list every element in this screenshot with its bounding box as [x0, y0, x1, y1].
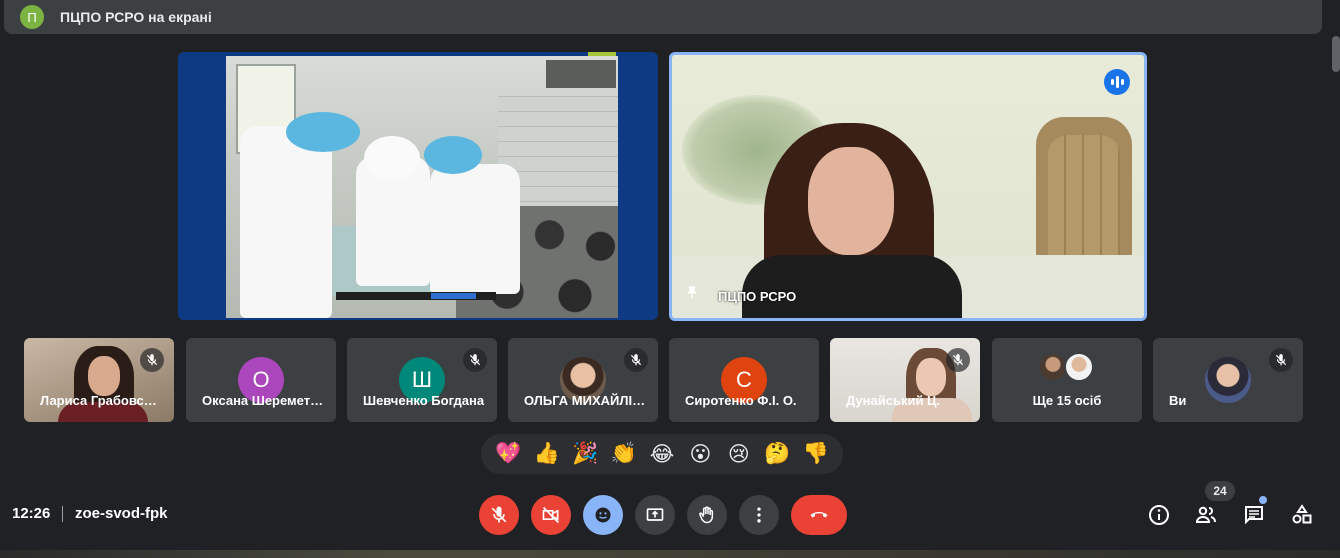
reaction-heart-button[interactable]: 💖 [491, 442, 525, 466]
mic-off-icon [1269, 348, 1293, 372]
meeting-code[interactable]: zoe-svod-fpk [75, 505, 168, 522]
participant-tile[interactable]: О Оксана Шереметьєва [186, 338, 336, 422]
slide-chef-1 [240, 126, 332, 318]
smiley-icon [595, 507, 611, 523]
more-vert-icon [757, 507, 761, 523]
mic-off-icon [624, 348, 648, 372]
reaction-thumbs-up-button[interactable]: 👍 [530, 442, 564, 466]
presenting-text: ПЦПО РСРО на екрані [60, 9, 212, 25]
camera-off-icon [542, 506, 560, 524]
mic-off-icon [946, 348, 970, 372]
participant-mini-avatar [1064, 352, 1094, 382]
present-screen-icon [646, 508, 664, 521]
slide-hat-2 [364, 136, 420, 180]
participant-name: Сиротенко Ф.І. О. [685, 393, 797, 408]
more-participants-tile[interactable]: Ще 15 осіб [992, 338, 1142, 422]
raise-hand-button[interactable] [687, 495, 727, 535]
slide-hat-3 [424, 136, 482, 174]
activities-button[interactable] [1289, 502, 1315, 528]
hand-icon [699, 506, 714, 524]
participant-tile[interactable]: Лариса Грабовська [24, 338, 174, 422]
active-speaker-tile[interactable]: ПЦПО РСРО [669, 52, 1147, 321]
participant-name: Шевченко Богдана [363, 393, 485, 408]
participant-tile[interactable]: Ш Шевченко Богдана [347, 338, 497, 422]
more-participants-label: Ще 15 осіб [1032, 393, 1102, 408]
hang-up-icon [810, 512, 828, 518]
self-name: Ви [1169, 393, 1187, 408]
slide-caption-button [431, 293, 476, 299]
participant-tile[interactable]: Дунайський Ц. [830, 338, 980, 422]
participant-tile[interactable]: ОЛЬГА МИХАЙЛІВНА [508, 338, 658, 422]
participant-name: ОЛЬГА МИХАЙЛІВНА [524, 393, 646, 408]
present-screen-button[interactable] [635, 495, 675, 535]
reaction-sad-button[interactable]: 😢 [722, 442, 756, 467]
mic-toggle-button[interactable] [479, 495, 519, 535]
reaction-clap-button[interactable]: 👏 [607, 442, 641, 466]
pin-icon[interactable] [684, 285, 700, 304]
meeting-info-button[interactable] [1146, 502, 1172, 528]
divider [62, 506, 63, 522]
mic-off-icon [463, 348, 487, 372]
presenter-avatar: П [20, 5, 44, 29]
presentation-slide [226, 56, 618, 318]
slide-hat-1 [286, 112, 360, 152]
reaction-laugh-button[interactable]: 😂 [645, 442, 679, 467]
slide-hood [546, 60, 616, 88]
slide-chef-3 [430, 164, 520, 294]
speaker-name: ПЦПО РСРО [718, 289, 797, 304]
window-bottom-edge [0, 550, 1340, 558]
participant-name: Оксана Шереметьєва [202, 393, 324, 408]
people-icon [1195, 506, 1216, 523]
presenting-banner: П ПЦПО РСРО на екрані [4, 0, 1322, 34]
camera-toggle-button[interactable] [531, 495, 571, 535]
activities-icon [1292, 504, 1312, 524]
clock: 12:26 [12, 505, 51, 522]
reaction-thumbs-down-button[interactable]: 👎 [799, 442, 833, 466]
reaction-party-button[interactable]: 🎉 [568, 442, 602, 466]
participant-name: Дунайський Ц. [846, 393, 941, 408]
info-icon [1149, 505, 1169, 525]
participant-count-badge: 24 [1205, 481, 1235, 501]
mic-off-icon [491, 506, 507, 523]
mic-off-icon [140, 348, 164, 372]
chat-icon [1245, 506, 1263, 525]
more-options-button[interactable] [739, 495, 779, 535]
speaker-shirt [742, 255, 962, 318]
presentation-tile[interactable] [178, 52, 658, 320]
reaction-thinking-button[interactable]: 🤔 [760, 442, 794, 466]
people-button[interactable] [1193, 502, 1219, 528]
reactions-bar: 💖 👍 🎉 👏 😂 😮 😢 🤔 👎 [481, 434, 843, 474]
leave-call-button[interactable] [791, 495, 847, 535]
speaker-face [808, 147, 894, 255]
speaking-indicator-icon [1104, 69, 1130, 95]
participant-name: Лариса Грабовська [40, 393, 162, 408]
reactions-button[interactable] [583, 495, 623, 535]
self-tile[interactable]: Ви [1153, 338, 1303, 422]
participant-tile[interactable]: С Сиротенко Ф.І. О. [669, 338, 819, 422]
scrollbar[interactable] [1332, 36, 1340, 72]
reaction-surprised-button[interactable]: 😮 [683, 442, 717, 467]
chat-button[interactable] [1241, 502, 1267, 528]
